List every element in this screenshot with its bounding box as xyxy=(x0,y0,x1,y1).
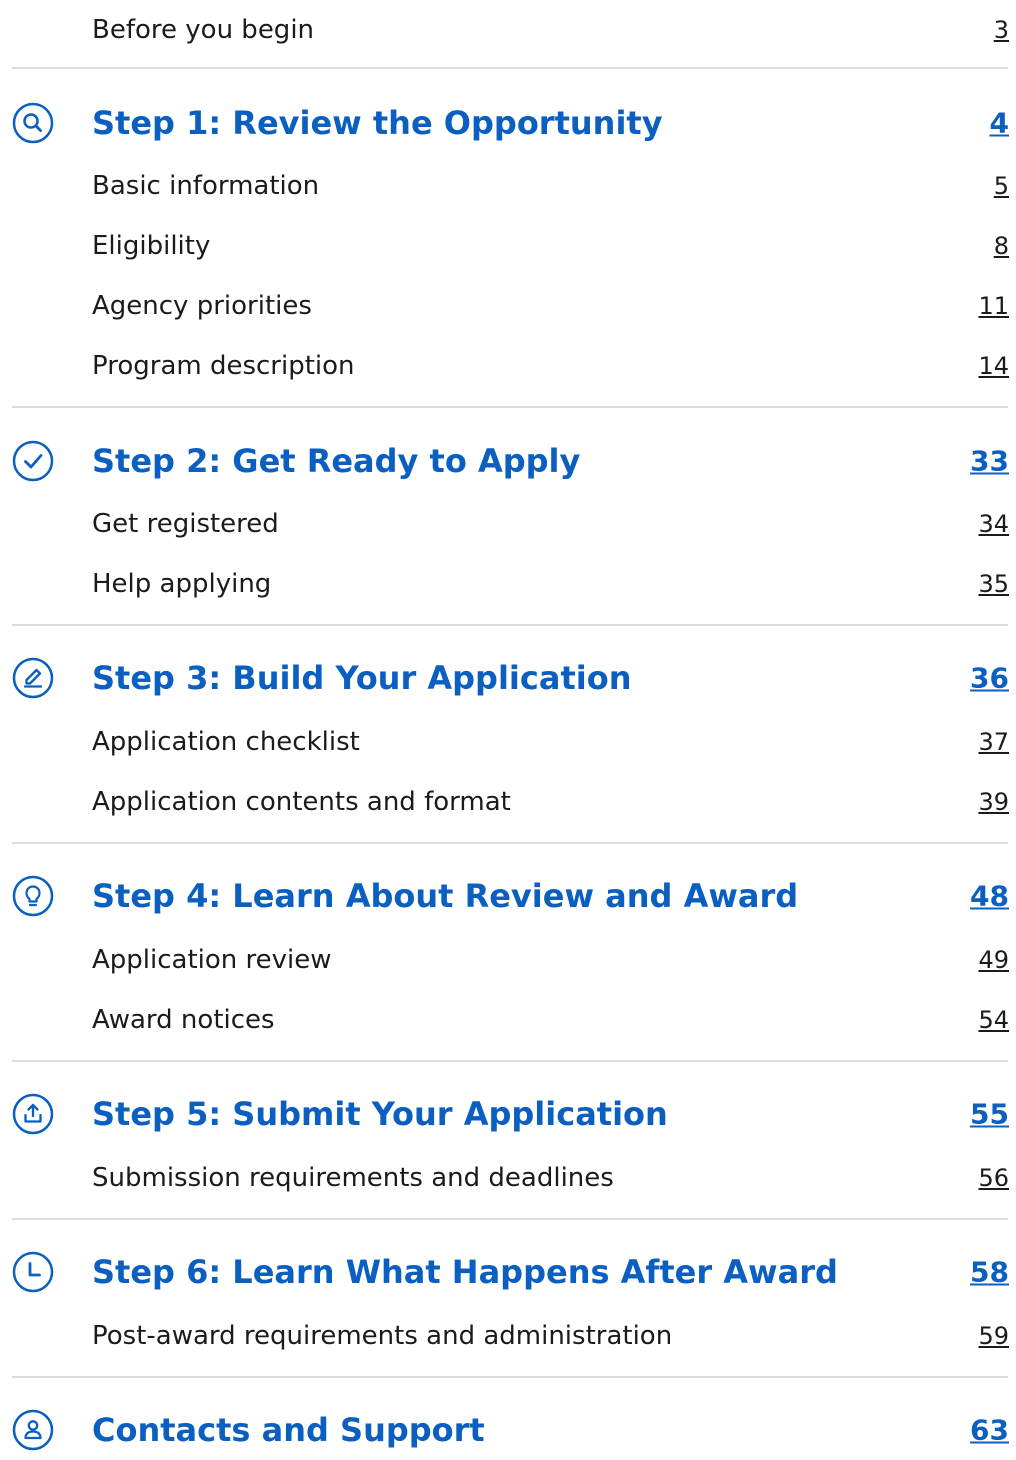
toc-page-link[interactable]: 4 xyxy=(990,107,1009,140)
toc-entry-label: Basic information xyxy=(92,171,320,201)
toc-page-link[interactable]: 35 xyxy=(978,570,1009,598)
toc-entry-label: Get registered xyxy=(92,509,279,539)
step-title: Step 5: Submit Your Application xyxy=(92,1095,668,1133)
toc-step-4[interactable]: Step 4: Learn About Review and Award 48 xyxy=(0,866,1016,926)
pencil-icon xyxy=(12,657,54,699)
toc-page-link[interactable]: 63 xyxy=(970,1414,1009,1447)
toc-page-link[interactable]: 33 xyxy=(970,445,1009,478)
step-title: Step 1: Review the Opportunity xyxy=(92,104,663,142)
toc-step-3[interactable]: Step 3: Build Your Application 36 xyxy=(0,648,1016,708)
toc-entry-label: Eligibility xyxy=(92,231,211,261)
toc-entry-label: Application contents and format xyxy=(92,787,511,817)
toc-page-link[interactable]: 55 xyxy=(970,1098,1009,1131)
step-title: Step 3: Build Your Application xyxy=(92,659,632,697)
toc-entry-label: Help applying xyxy=(92,569,272,599)
toc-entry-submission-requirements[interactable]: Submission requirements and deadlines 56 xyxy=(0,1148,1016,1208)
toc-page-link[interactable]: 56 xyxy=(978,1164,1009,1192)
toc-page-link[interactable]: 3 xyxy=(994,16,1009,44)
toc-page-link[interactable]: 36 xyxy=(970,662,1009,695)
section-divider xyxy=(12,624,1008,626)
step-title: Contacts and Support xyxy=(92,1411,485,1449)
toc-step-2[interactable]: Step 2: Get Ready to Apply 33 xyxy=(0,431,1016,491)
section-divider xyxy=(12,1376,1008,1378)
toc-page-link[interactable]: 5 xyxy=(994,172,1009,200)
toc-entry-label: Before you begin xyxy=(92,15,315,45)
toc-page-link[interactable]: 8 xyxy=(994,232,1009,260)
lightbulb-icon xyxy=(12,875,54,917)
toc-page-link[interactable]: 14 xyxy=(978,352,1009,380)
section-divider xyxy=(12,406,1008,408)
toc-entry-label: Submission requirements and deadlines xyxy=(92,1163,614,1193)
search-icon xyxy=(12,102,54,144)
step-title: Step 4: Learn About Review and Award xyxy=(92,877,799,915)
step-title: Step 2: Get Ready to Apply xyxy=(92,442,581,480)
toc-step-5[interactable]: Step 5: Submit Your Application 55 xyxy=(0,1084,1016,1144)
toc-step-6[interactable]: Step 6: Learn What Happens After Award 5… xyxy=(0,1242,1016,1302)
toc-page-link[interactable]: 48 xyxy=(970,880,1009,913)
toc-page-link[interactable]: 58 xyxy=(970,1256,1009,1289)
step-title: Step 6: Learn What Happens After Award xyxy=(92,1253,838,1291)
toc-entry-program-description[interactable]: Program description 14 xyxy=(0,336,1016,396)
toc-entry-label: Post-award requirements and administrati… xyxy=(92,1321,673,1351)
clock-icon xyxy=(12,1251,54,1293)
toc-page-link[interactable]: 37 xyxy=(978,728,1009,756)
section-divider xyxy=(12,842,1008,844)
toc-page-link[interactable]: 54 xyxy=(978,1006,1009,1034)
toc-entry-post-award-requirements[interactable]: Post-award requirements and administrati… xyxy=(0,1306,1016,1366)
toc-entry-label: Program description xyxy=(92,351,355,381)
toc-entry-label: Award notices xyxy=(92,1005,275,1035)
toc-step-1[interactable]: Step 1: Review the Opportunity 4 xyxy=(0,93,1016,153)
toc-entry-label: Application checklist xyxy=(92,727,360,757)
toc-entry-get-registered[interactable]: Get registered 34 xyxy=(0,494,1016,554)
toc-entry-help-applying[interactable]: Help applying 35 xyxy=(0,554,1016,614)
check-circle-icon xyxy=(12,440,54,482)
section-divider xyxy=(12,1218,1008,1220)
upload-icon xyxy=(12,1093,54,1135)
toc-entry-award-notices[interactable]: Award notices 54 xyxy=(0,990,1016,1050)
person-icon xyxy=(12,1409,54,1451)
toc-entry-application-contents[interactable]: Application contents and format 39 xyxy=(0,772,1016,832)
toc-entry-label: Agency priorities xyxy=(92,291,312,321)
toc-page-link[interactable]: 59 xyxy=(978,1322,1009,1350)
toc-entry-basic-information[interactable]: Basic information 5 xyxy=(0,156,1016,216)
section-divider xyxy=(12,1060,1008,1062)
toc-entry-eligibility[interactable]: Eligibility 8 xyxy=(0,216,1016,276)
toc-entry-before-you-begin[interactable]: Before you begin 3 xyxy=(0,0,1016,60)
toc-page-link[interactable]: 11 xyxy=(978,292,1009,320)
toc-page-link[interactable]: 34 xyxy=(978,510,1009,538)
section-divider xyxy=(12,67,1008,69)
toc-entry-agency-priorities[interactable]: Agency priorities 11 xyxy=(0,276,1016,336)
toc-entry-application-review[interactable]: Application review 49 xyxy=(0,930,1016,990)
toc-entry-label: Application review xyxy=(92,945,332,975)
toc-contacts-and-support[interactable]: Contacts and Support 63 xyxy=(0,1400,1016,1460)
toc-entry-application-checklist[interactable]: Application checklist 37 xyxy=(0,712,1016,772)
toc-page-link[interactable]: 49 xyxy=(978,946,1009,974)
toc-page-link[interactable]: 39 xyxy=(978,788,1009,816)
